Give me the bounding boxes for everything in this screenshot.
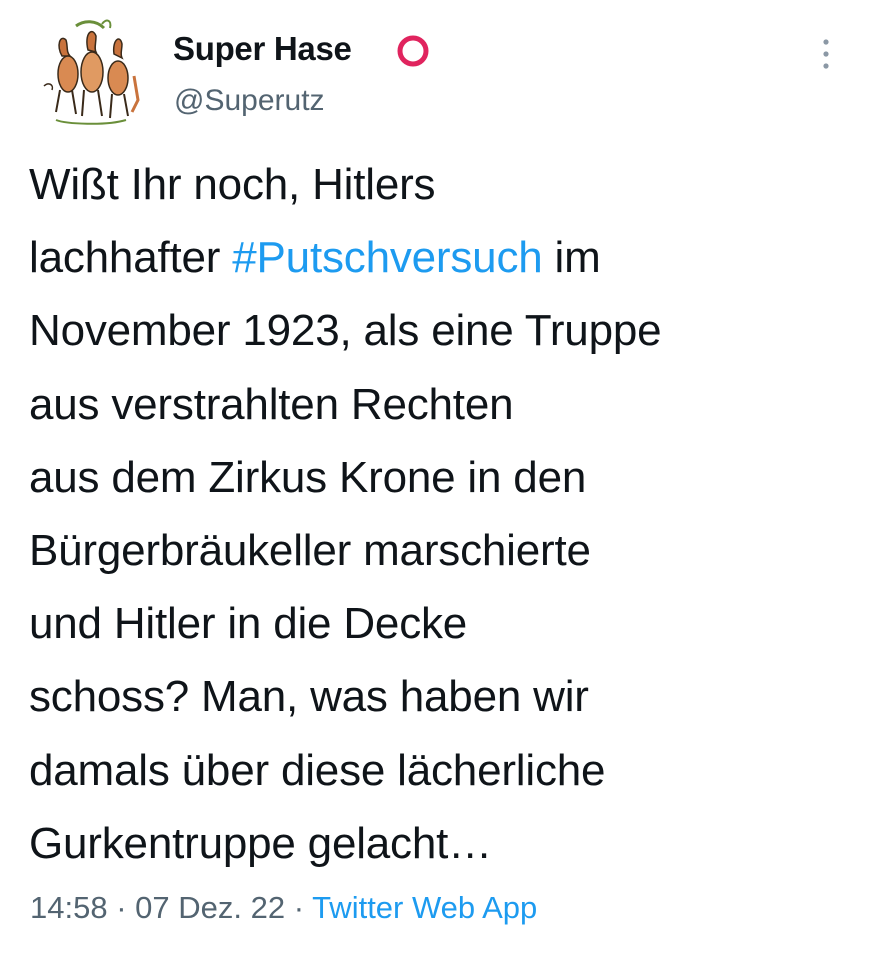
meta-separator: ·	[107, 890, 136, 925]
tweet-line: schoss? Man, was haben wir	[29, 672, 589, 722]
meta-separator: ·	[285, 890, 313, 925]
tweet-metadata: 14:58 · 07 Dez. 22 · Twitter Web App	[30, 890, 537, 926]
tweet-time[interactable]: 14:58	[30, 890, 108, 925]
tweet-text-segment: lachhafter	[29, 233, 233, 283]
avatar[interactable]	[26, 16, 150, 136]
tweet-line: lachhafter #Putschversuch im	[29, 221, 859, 294]
red-ring-icon	[397, 35, 429, 67]
tweet-date[interactable]: 07 Dez. 22	[135, 890, 285, 925]
tweet-line: Wißt Ihr noch, Hitlers	[29, 160, 436, 209]
tweet-text-segment: im	[542, 233, 601, 283]
display-name[interactable]: Super Hase	[173, 30, 352, 68]
tweet-text: Wißt Ihr noch, Hitlers lachhafter #Putsc…	[29, 148, 859, 880]
tweet-line: damals über diese lächerliche	[29, 745, 606, 795]
more-vertical-icon[interactable]	[808, 34, 844, 74]
tweet-line: aus dem Zirkus Krone in den	[29, 452, 587, 502]
hashtag-link[interactable]: #Putschversuch	[232, 233, 542, 282]
user-handle[interactable]: @Superutz	[174, 84, 325, 118]
rabbit-illustration-icon	[43, 19, 140, 125]
tweet-line: November 1923, als eine Truppe	[29, 306, 662, 356]
tweet-line: Bürgerbräukeller marschierte	[29, 526, 591, 576]
tweet-line: Gurkentruppe gelacht…	[29, 818, 492, 868]
tweet-source-link[interactable]: Twitter Web App	[312, 890, 537, 925]
tweet-line: und Hitler in die Decke	[29, 599, 468, 649]
tweet-line: aus verstrahlten Rechten	[29, 379, 514, 429]
